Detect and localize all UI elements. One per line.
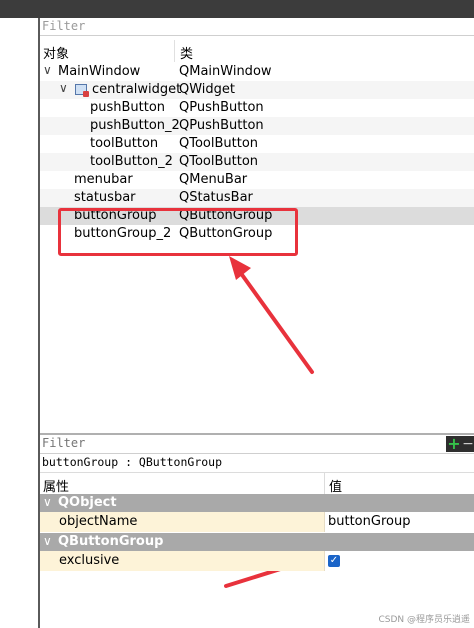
property-header: 属性 值 [40, 472, 474, 495]
remove-property-button[interactable]: − [462, 436, 474, 452]
collapse-arrow-icon[interactable]: ∨ [43, 534, 52, 548]
header-property[interactable]: 属性 [43, 476, 69, 495]
property-row-exclusive[interactable]: exclusive ✓ [40, 551, 474, 571]
collapse-arrow-icon[interactable]: ∨ [43, 495, 52, 509]
property-name: objectName [59, 514, 138, 529]
exclusive-checkbox[interactable]: ✓ [328, 555, 340, 567]
watermark: CSDN @程序员乐逍遥 [378, 615, 470, 625]
value-cell[interactable] [324, 551, 474, 571]
group-name: QObject [58, 495, 117, 510]
header-separator [324, 473, 325, 495]
header-value[interactable]: 值 [329, 476, 342, 495]
group-qbuttongroup[interactable]: ∨ QButtonGroup [40, 533, 474, 551]
annotation-arrow-upper [229, 256, 314, 374]
property-value[interactable]: buttonGroup [328, 514, 410, 529]
add-property-button[interactable]: + [446, 436, 462, 452]
current-object-label: buttonGroup : QButtonGroup [42, 455, 223, 469]
group-name: QButtonGroup [58, 534, 164, 549]
property-name: exclusive [59, 553, 120, 568]
group-qobject[interactable]: ∨ QObject [40, 494, 474, 512]
property-filter [40, 435, 474, 454]
property-row-objectname[interactable]: objectName buttonGroup [40, 512, 474, 532]
property-filter-input[interactable] [40, 435, 432, 450]
